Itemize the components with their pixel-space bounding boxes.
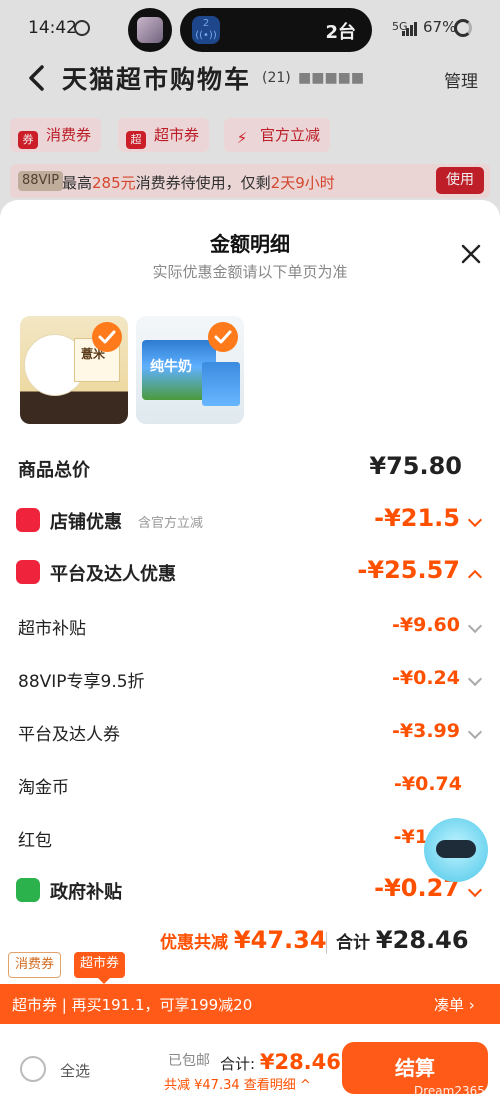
product-package xyxy=(202,362,240,406)
mascot-visor xyxy=(436,840,476,858)
promo-text: 超市券 | 再买191.1，可享199减20 xyxy=(12,996,253,1014)
tag-consume-coupon[interactable]: 消费券 xyxy=(8,952,62,978)
selected-check-icon[interactable] xyxy=(92,322,122,352)
product-thumbnail-barley[interactable]: 薏米 xyxy=(20,316,128,424)
bottom-total-value: ¥28.46 xyxy=(259,1050,341,1074)
shop-icon xyxy=(16,508,40,532)
row-label: 88VIP专享9.5折 xyxy=(18,672,145,692)
row-government-subsidy[interactable]: 政府补贴 -¥0.27 xyxy=(0,870,500,910)
selected-check-icon[interactable] xyxy=(208,322,238,352)
row-label: 平台及达人优惠 xyxy=(50,564,176,585)
total-label: 合计 xyxy=(336,933,370,953)
row-supermarket-subsidy[interactable]: 超市补贴 -¥9.60 xyxy=(0,606,500,646)
row-value: -¥3.99 xyxy=(392,720,460,742)
row-taobao-coins: 淘金币 -¥0.74 xyxy=(0,765,500,805)
discount-summary: 优惠共减 ¥47.34 xyxy=(160,926,327,954)
dim-overlay xyxy=(0,0,500,230)
row-label: 商品总价 xyxy=(18,460,90,481)
row-value: -¥0.74 xyxy=(394,773,462,795)
assistant-mascot-icon[interactable] xyxy=(424,818,488,882)
bottom-total: 合计: ¥28.46 xyxy=(220,1050,341,1074)
row-value: -¥25.57 xyxy=(357,556,460,584)
row-platform-discount[interactable]: 平台及达人优惠 -¥25.57 xyxy=(0,552,500,592)
chevron-down-icon[interactable] xyxy=(467,882,483,898)
row-label: 平台及达人券 xyxy=(18,725,120,745)
tag-supermarket-coupon[interactable]: 超市券 xyxy=(74,952,126,978)
government-icon xyxy=(16,878,40,902)
row-label: 超市补贴 xyxy=(18,619,86,639)
discount-value: ¥47.34 xyxy=(233,926,327,954)
watermark: Dream2365 xyxy=(414,1084,485,1098)
platform-icon xyxy=(16,560,40,584)
total-value: ¥28.46 xyxy=(375,926,469,954)
chevron-down-icon[interactable] xyxy=(467,724,483,740)
bottom-total-label: 合计: xyxy=(220,1055,256,1073)
row-value: -¥9.60 xyxy=(392,614,460,636)
row-total-price: 商品总价 ¥75.80 xyxy=(0,448,500,488)
chevron-up-icon[interactable] xyxy=(467,569,483,585)
sheet-subtitle: 实际优惠金额请以下单页为准 xyxy=(152,263,348,281)
close-icon[interactable] xyxy=(460,243,482,265)
chevron-down-icon[interactable] xyxy=(467,671,483,687)
row-value: -¥0.24 xyxy=(392,667,460,689)
row-shop-discount[interactable]: 店铺优惠 含官方立减 -¥21.5 xyxy=(0,500,500,540)
view-details-link[interactable]: 共减 ¥47.34 查看明细 ^ xyxy=(164,1074,311,1093)
chevron-down-icon[interactable] xyxy=(467,618,483,634)
select-all-radio[interactable] xyxy=(20,1056,46,1082)
total-summary: 合计 ¥28.46 xyxy=(336,926,469,954)
row-value: -¥21.5 xyxy=(374,504,460,532)
divider xyxy=(326,932,327,954)
row-vip-discount[interactable]: 88VIP专享9.5折 -¥0.24 xyxy=(0,659,500,699)
free-shipping-label: 已包邮 xyxy=(168,1053,210,1069)
row-label: 淘金币 xyxy=(18,778,69,798)
select-all-label[interactable]: 全选 xyxy=(60,1060,90,1081)
row-sublabel: 含官方立减 xyxy=(138,516,204,531)
row-value: -¥1 xyxy=(393,826,428,848)
row-value: ¥75.80 xyxy=(369,452,462,480)
product-caption: 纯牛奶 xyxy=(150,359,192,375)
discount-label: 优惠共减 xyxy=(160,933,228,953)
product-thumbnail-milk[interactable]: 纯牛奶 xyxy=(136,316,244,424)
row-platform-coupon[interactable]: 平台及达人券 -¥3.99 xyxy=(0,712,500,752)
sheet-title: 金额明细 xyxy=(210,232,290,256)
add-more-link[interactable]: 凑单 › xyxy=(434,994,475,1015)
chevron-down-icon[interactable] xyxy=(467,512,483,528)
row-label: 店铺优惠 xyxy=(50,512,122,533)
row-label: 红包 xyxy=(18,831,52,851)
row-label: 政府补贴 xyxy=(50,882,122,903)
